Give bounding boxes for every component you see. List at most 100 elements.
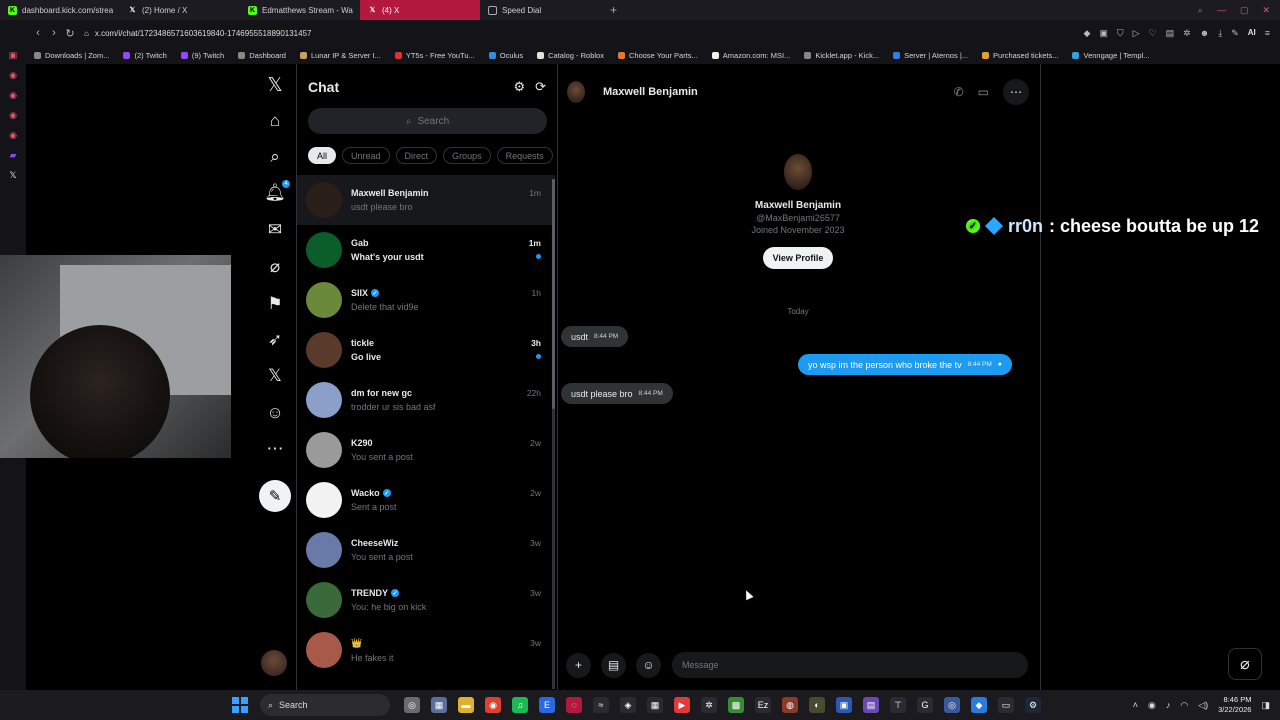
steam-icon[interactable]: ⚙ [1025,697,1041,713]
sidebar-app-icon[interactable]: ◉ [9,90,17,101]
avatar[interactable] [784,154,812,190]
conversation-title[interactable]: Maxwell Benjamin [603,86,698,98]
ai-button[interactable]: AI [1248,28,1256,39]
app-icon[interactable]: ◐ [809,697,825,713]
avatar[interactable] [306,382,342,418]
tab-kick-stream[interactable]: K Edmatthews Stream - Wa [240,0,360,20]
url-field[interactable]: ⌂ x.com/i/chat/1723486571603619840-174695… [84,29,311,38]
avatar[interactable] [306,332,342,368]
more-icon[interactable]: ⋯ [260,434,290,464]
grok-button[interactable]: ⌀ [1228,648,1262,680]
message-bubble-outgoing[interactable]: yo wsp im the person who broke the tv 8:4… [798,354,1013,375]
new-tab-button[interactable]: + [600,3,627,17]
profile-icon[interactable]: ☻ [1200,28,1209,39]
bookmark-item[interactable]: Lunar IP & Server I... [299,51,381,60]
microphone-icon[interactable]: ♪ [1166,700,1171,710]
sidebar-panel-icon[interactable]: ▣ [9,50,18,61]
bookmark-item[interactable]: YT5s - Free YouTu... [394,51,475,60]
sidebar-app-icon[interactable]: ◉ [9,130,17,141]
video-call-icon[interactable]: ▭ [978,85,989,99]
app-icon[interactable]: ✲ [701,697,717,713]
x-icon[interactable]: 𝕏 [9,170,16,181]
conversation-item[interactable]: Wacko ✓ Sent a post 2w [297,475,555,525]
download-icon[interactable]: ⤓ [1218,28,1222,39]
search-tabs-icon[interactable]: ⌕ [1198,5,1203,16]
app-icon[interactable]: ◆ [971,697,987,713]
bookmark-item[interactable]: Server | Aternos |... [893,51,968,60]
app-icon[interactable]: ◍ [782,697,798,713]
widgets-icon[interactable]: ◎ [404,697,420,713]
search-icon[interactable]: ⌕ [260,142,290,172]
wallet-icon[interactable]: ▤ [1166,28,1175,39]
heart-icon[interactable]: ♡ [1149,28,1157,39]
jobs-icon[interactable]: ➶ [260,325,290,355]
gif-icon[interactable]: ▤ [601,652,626,678]
taskbar-search[interactable]: ⌕ Search [260,694,390,716]
avatar[interactable] [306,282,342,318]
file-icon[interactable]: ▦ [431,697,447,713]
puzzle-icon[interactable]: ✲ [1183,28,1191,39]
tray-app-icon[interactable]: ◉ [1148,700,1156,711]
scrollbar-thumb[interactable] [552,179,555,409]
app-icon[interactable]: ⊤ [890,697,906,713]
app-icon[interactable]: Ez [755,697,771,713]
message-input[interactable]: Message [672,652,1028,678]
conversation-item[interactable]: SIIX ✓ Delete that vid9e 1h [297,275,555,325]
conversation-item[interactable]: CheeseWiz You sent a post 3w [297,525,555,575]
filter-unread[interactable]: Unread [342,147,390,164]
conversation-item[interactable]: K290 You sent a post 2w [297,425,555,475]
spotify-icon[interactable]: ♫ [512,697,528,713]
editor-icon[interactable]: E [539,697,555,713]
messages-icon[interactable]: ✉ [260,215,290,245]
bookmark-item[interactable]: (9) Twitch [180,51,224,60]
calculator-icon[interactable]: ▦ [647,697,663,713]
tab-x-home[interactable]: 𝕏 (2) Home / X [120,0,240,20]
avatar[interactable] [261,650,287,676]
search-input[interactable]: ⌕ Search [308,108,547,134]
phone-icon[interactable]: ✆ [954,85,964,99]
conversation-item[interactable]: dm for new gc trodder ur sis bad asf 22h [297,375,555,425]
wifi-icon[interactable]: ◠ [1180,700,1188,711]
pen-icon[interactable]: ✎ [1231,28,1239,39]
chrome-icon[interactable]: ◉ [485,697,501,713]
twitch-icon[interactable]: ▰ [10,150,17,161]
emoji-icon[interactable]: ☺ [636,652,661,678]
bookmark-item[interactable]: Oculus [488,51,523,60]
compose-post-button[interactable]: ✎ [259,480,291,512]
tab-kick-dashboard[interactable]: Kdashboard.kick.com/strea [0,0,120,20]
minimize-icon[interactable]: — [1217,5,1226,16]
bookmark-item[interactable]: Amazon.com: MSI... [711,51,790,60]
view-profile-button[interactable]: View Profile [762,247,834,269]
tab-speed-dial[interactable]: Speed Dial [480,0,600,20]
tab-x-chat[interactable]: 𝕏 (4) X [360,0,480,20]
conversation-item[interactable]: TRENDY ✓ You: he big on kick 3w [297,575,555,625]
home-icon[interactable]: ⌂ [260,106,290,136]
reload-icon[interactable]: ↻ [62,27,78,40]
conversation-item[interactable]: 👑 He fakes it 3w [297,625,555,675]
avatar[interactable] [306,232,342,268]
maximize-icon[interactable]: ▢ [1240,5,1249,16]
conversation-item[interactable]: Gab What's your usdt 1m [297,225,555,275]
settings-icon[interactable]: ⚙ [513,79,525,95]
app-icon[interactable]: ◎ [944,697,960,713]
notifications-icon[interactable]: 🔔︎ 4 [260,178,290,208]
app-icon[interactable]: ◈ [620,697,636,713]
bookmark-item[interactable]: Downloads | Zom... [34,51,109,60]
shield-icon[interactable]: ⛉ [1117,28,1124,39]
filter-all[interactable]: All [308,147,337,164]
bookmark-icon[interactable]: ◆ [1083,28,1090,39]
windows-start-icon[interactable] [232,697,248,713]
app-icon[interactable]: ▣ [836,697,852,713]
avatar[interactable] [567,81,585,103]
play-icon[interactable]: ▷ [1133,28,1140,39]
bookmark-item[interactable]: Dashboard [238,51,286,60]
message-bubble-incoming[interactable]: usdt 8:44 PM [561,326,629,347]
bookmark-item[interactable]: Catalog - Roblox [537,51,604,60]
filter-direct[interactable]: Direct [395,147,438,164]
opera-gx-icon[interactable]: ◌ [566,697,582,713]
site-info-icon[interactable]: ⌂ [84,29,89,38]
filter-groups[interactable]: Groups [443,147,491,164]
avatar[interactable] [306,582,342,618]
bookmark-item[interactable]: (2) Twitch [123,51,167,60]
app-icon[interactable]: ▭ [998,697,1014,713]
